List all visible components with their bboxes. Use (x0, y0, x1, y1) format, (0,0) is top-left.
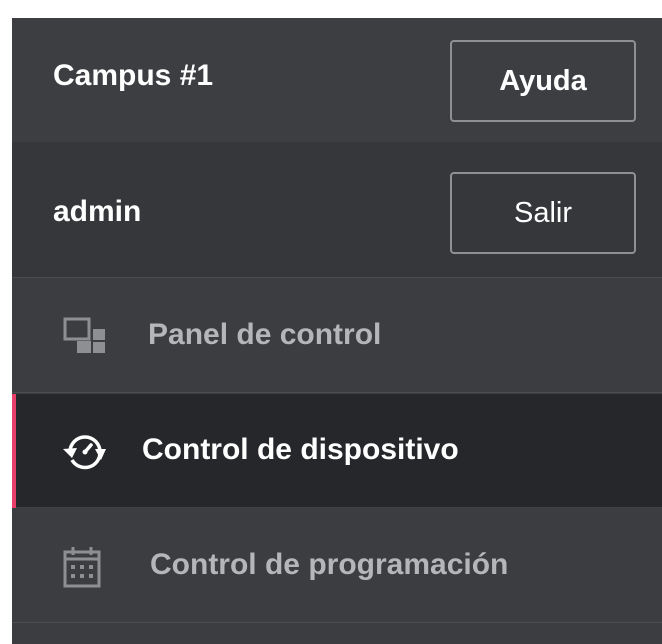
active-indicator (12, 394, 16, 508)
user-header: admin Salir (12, 142, 662, 278)
calendar-icon (60, 544, 110, 590)
nav-item-schedule-control[interactable]: Control de programación (12, 509, 662, 623)
logout-button[interactable]: Salir (450, 172, 636, 254)
nav-item-dashboard[interactable]: Panel de control (12, 279, 662, 393)
sidebar: Campus #1 Ayuda admin Salir Panel de con… (12, 18, 662, 644)
dashboard-icon (60, 314, 110, 360)
nav-label-device-control: Control de dispositivo (142, 433, 459, 466)
help-button[interactable]: Ayuda (450, 40, 636, 122)
nav-item-device-control[interactable]: Control de dispositivo (12, 394, 662, 508)
nav-label-schedule-control: Control de programación (150, 548, 509, 581)
site-name: Campus #1 (53, 59, 214, 92)
nav-label-dashboard: Panel de control (148, 318, 382, 351)
site-header: Campus #1 Ayuda (12, 18, 662, 142)
user-name: admin (53, 195, 142, 228)
device-control-icon (60, 429, 110, 475)
